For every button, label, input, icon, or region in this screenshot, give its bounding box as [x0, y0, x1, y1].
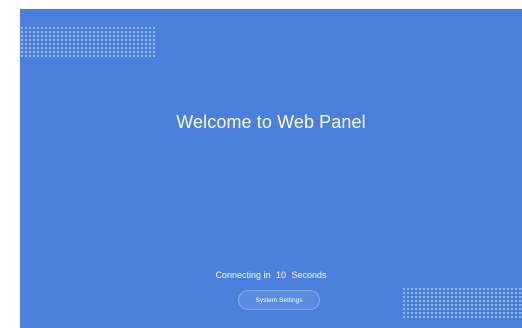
decorative-dot-grid-bottom	[402, 287, 522, 318]
web-panel-screen: Welcome to Web Panel Connecting in 10 Se…	[20, 9, 522, 328]
status-prefix: Connecting in	[215, 270, 271, 280]
decorative-dot-grid-top	[20, 26, 156, 57]
system-settings-button[interactable]: System Settings	[238, 290, 320, 310]
countdown-seconds: 10	[276, 270, 287, 280]
welcome-title: Welcome to Web Panel	[176, 112, 366, 132]
connection-status: Connecting in 10 Seconds	[20, 270, 522, 280]
status-suffix: Seconds	[291, 270, 327, 280]
